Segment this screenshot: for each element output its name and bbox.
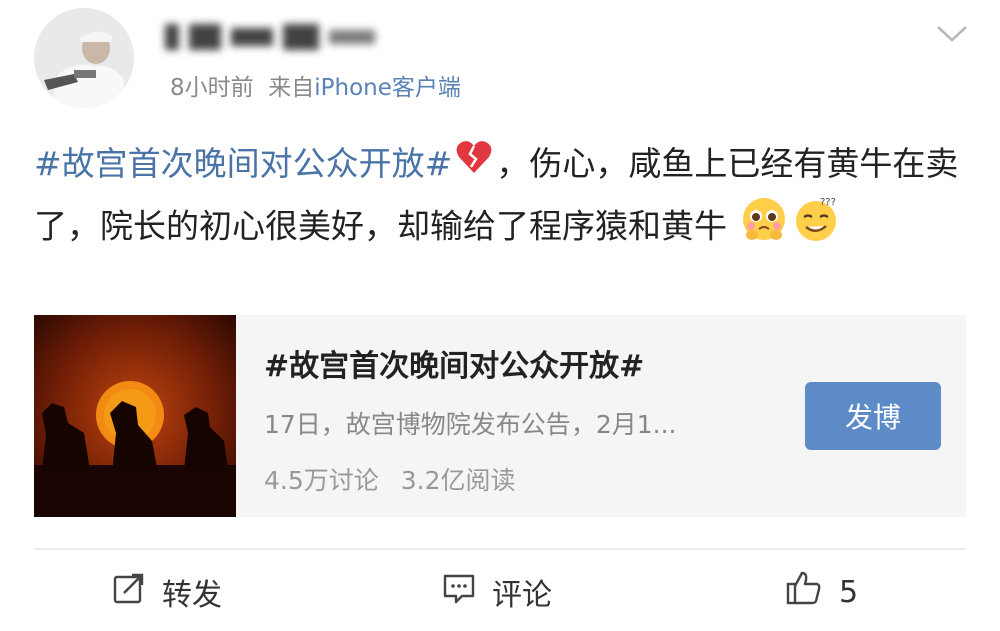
- topic-card[interactable]: #故宫首次晚间对公众开放# 17日，故宫博物院发布公告，2月1... 4.5万讨…: [34, 315, 966, 517]
- comment-button[interactable]: 评论: [442, 566, 552, 618]
- confused-face-emoji: ???: [792, 195, 840, 261]
- post-from-label: 来自: [268, 75, 315, 101]
- topic-card-thumbnail: [34, 315, 236, 517]
- repost-icon: [112, 571, 162, 613]
- username-blurred[interactable]: [165, 20, 415, 54]
- post-text: #故宫首次晚间对公众开放# ，伤心，咸鱼上已经有黄牛在卖了，院长的初心很美好，却…: [34, 135, 969, 261]
- comment-label: 评论: [492, 578, 552, 613]
- divider: [34, 548, 966, 550]
- post-meta: 8小时前 来自iPhone客户端: [170, 68, 461, 102]
- topic-card-stats: 4.5万讨论 3.2亿阅读: [264, 461, 516, 497]
- like-button[interactable]: 5: [785, 566, 858, 618]
- post-time: 8小时前: [170, 75, 254, 101]
- svg-text:???: ???: [820, 197, 836, 208]
- post-to-topic-button[interactable]: 发博: [805, 382, 941, 450]
- repost-label: 转发: [162, 578, 222, 613]
- topic-card-description: 17日，故宫博物院发布公告，2月1...: [264, 410, 677, 439]
- thumbs-up-icon: [785, 569, 839, 615]
- avatar[interactable]: [34, 8, 134, 108]
- read-count: 3.2亿阅读: [400, 466, 516, 495]
- discussion-count: 4.5万讨论: [264, 466, 379, 495]
- pleading-face-emoji: [740, 195, 788, 261]
- topic-link[interactable]: #故宫首次晚间对公众开放#: [34, 144, 452, 183]
- repost-button[interactable]: 转发: [112, 566, 222, 618]
- like-count: 5: [839, 574, 859, 610]
- broken-heart-emoji: [454, 137, 494, 195]
- chevron-down-icon[interactable]: [934, 18, 970, 48]
- comment-icon: [442, 571, 492, 613]
- topic-card-title[interactable]: #故宫首次晚间对公众开放#: [264, 341, 644, 385]
- post-source[interactable]: iPhone客户端: [314, 75, 461, 101]
